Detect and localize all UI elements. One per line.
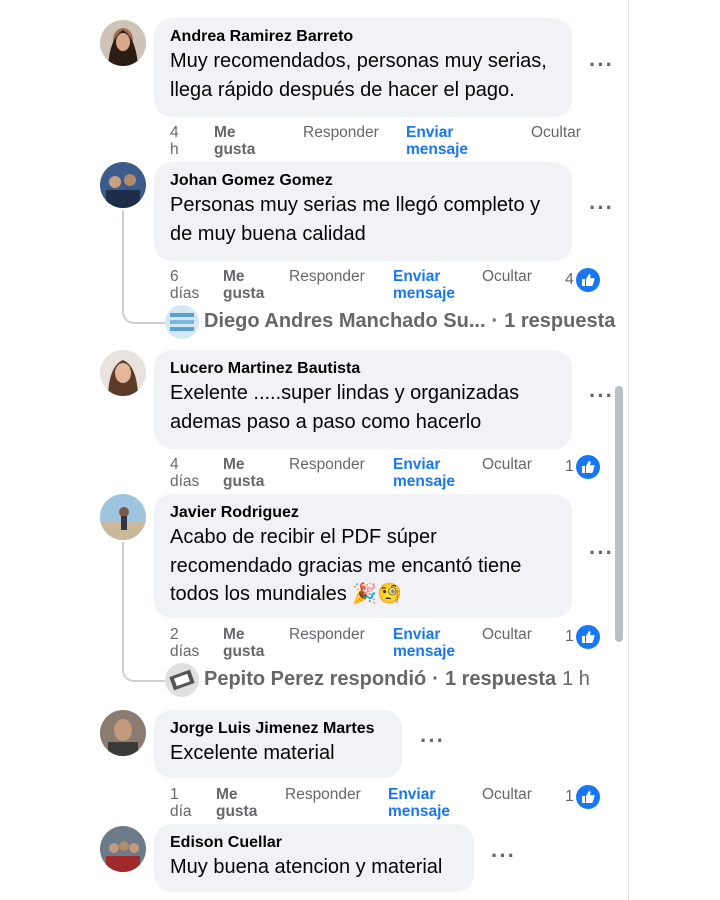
view-replies-link[interactable]: Diego Andres Manchado Su... · 1 respuest… bbox=[204, 310, 615, 333]
reply-author: Pepito Perez respondió bbox=[204, 668, 427, 690]
more-options-icon[interactable]: ··· bbox=[491, 843, 516, 869]
scrollbar-thumb[interactable] bbox=[615, 386, 623, 642]
send-message-button[interactable]: Enviar mensaje bbox=[388, 786, 450, 820]
send-message-button[interactable]: Enviar mensaje bbox=[393, 626, 455, 660]
comment-bubble: Javier Rodriguez Acabo de recibir el PDF… bbox=[154, 494, 572, 618]
like-reaction-icon bbox=[575, 455, 600, 479]
reaction-number: 1 bbox=[565, 628, 574, 645]
comment-timestamp[interactable]: 4h bbox=[170, 124, 179, 158]
view-replies-link[interactable]: Pepito Perez respondió · 1 respuesta 1 h bbox=[204, 668, 590, 691]
avatar[interactable] bbox=[100, 494, 146, 540]
reply-count: 1 respuesta bbox=[504, 310, 616, 332]
comment-text: recomendado gracias me encantó tiene bbox=[170, 554, 522, 577]
avatar[interactable] bbox=[100, 20, 146, 66]
avatar[interactable] bbox=[100, 350, 146, 396]
comment-bubble: Lucero Martinez Bautista Exelente .....s… bbox=[154, 350, 572, 449]
separator: · bbox=[491, 310, 499, 332]
more-options-icon[interactable]: ··· bbox=[589, 195, 614, 221]
avatar[interactable] bbox=[100, 826, 146, 872]
comment-author[interactable]: Andrea Ramirez Barreto bbox=[170, 26, 556, 47]
comment-text: llega rápido después de hacer el pago. bbox=[170, 78, 515, 101]
reaction-number: 1 bbox=[565, 788, 574, 805]
separator: · bbox=[432, 668, 439, 690]
comment-text: Muy buena atencion y material bbox=[170, 856, 443, 878]
comment-text: Acabo de recibir el PDF súper bbox=[170, 526, 437, 548]
comment-text: todos los mundiales 🎉🧐 bbox=[170, 583, 403, 605]
like-button[interactable]: Me gusta bbox=[223, 456, 264, 490]
reaction-count[interactable]: 1 bbox=[565, 625, 600, 649]
like-reaction-icon bbox=[575, 268, 600, 292]
comment-text: Personas muy serias me llegó completo y bbox=[170, 194, 541, 216]
reply-count: 1 respuesta bbox=[444, 668, 557, 690]
reply-button[interactable]: Responder bbox=[289, 626, 365, 643]
more-options-icon[interactable]: ··· bbox=[589, 52, 614, 78]
comment-author[interactable]: Edison Cuellar bbox=[170, 832, 458, 853]
avatar[interactable] bbox=[100, 710, 146, 756]
comment-bubble: Edison Cuellar Muy buena atencion y mate… bbox=[154, 824, 474, 892]
comment-timestamp[interactable]: 6 días bbox=[170, 268, 199, 302]
reply-button[interactable]: Responder bbox=[289, 268, 365, 285]
reaction-count[interactable]: 1 bbox=[565, 785, 600, 809]
comment-bubble: Johan Gomez Gomez Personas muy serias me… bbox=[154, 162, 572, 261]
hide-button[interactable]: Ocultar bbox=[531, 124, 581, 141]
reply-author: Diego Andres Manchado Su... bbox=[204, 310, 486, 332]
like-reaction-icon bbox=[575, 625, 600, 649]
reply-button[interactable]: Responder bbox=[285, 786, 361, 803]
hide-button[interactable]: Ocultar bbox=[482, 268, 532, 285]
more-options-icon[interactable]: ··· bbox=[589, 383, 614, 409]
comment-author[interactable]: Johan Gomez Gomez bbox=[170, 170, 556, 191]
comment-author[interactable]: Lucero Martinez Bautista bbox=[170, 358, 556, 379]
reaction-count[interactable]: 1 bbox=[565, 455, 600, 479]
comment-bubble: Jorge Luis Jimenez Martes Excelente mate… bbox=[154, 710, 402, 778]
comment-author[interactable]: Javier Rodriguez bbox=[170, 502, 556, 523]
more-options-icon[interactable]: ··· bbox=[420, 728, 445, 754]
like-reaction-icon bbox=[575, 785, 600, 809]
comment-text: Exelente .....super lindas y organizadas bbox=[170, 382, 520, 404]
like-button[interactable]: Me gusta bbox=[214, 124, 255, 158]
like-button[interactable]: Me gusta bbox=[216, 786, 257, 820]
comment-text: Muy recomendados, personas muy serias, bbox=[170, 50, 547, 72]
like-button[interactable]: Me gusta bbox=[223, 626, 264, 660]
reply-timestamp: 1 h bbox=[562, 668, 590, 690]
reply-button[interactable]: Responder bbox=[303, 124, 379, 141]
avatar[interactable] bbox=[100, 162, 146, 208]
comment-text: ademas paso a paso como hacerlo bbox=[170, 410, 482, 433]
send-message-button[interactable]: Enviar mensaje bbox=[393, 268, 455, 302]
reaction-number: 4 bbox=[565, 271, 574, 288]
comment-text: de muy buena calidad bbox=[170, 222, 366, 245]
hide-button[interactable]: Ocultar bbox=[482, 626, 532, 643]
comment-timestamp[interactable]: 4 días bbox=[170, 456, 199, 490]
comment-timestamp[interactable]: 1 día bbox=[170, 786, 192, 820]
more-options-icon[interactable]: ··· bbox=[589, 540, 614, 566]
send-message-button[interactable]: Enviar mensaje bbox=[393, 456, 455, 490]
reaction-number: 1 bbox=[565, 458, 574, 475]
send-message-button[interactable]: Enviar mensaje bbox=[406, 124, 468, 158]
comment-text: Excelente material bbox=[170, 742, 335, 764]
hide-button[interactable]: Ocultar bbox=[482, 786, 532, 803]
avatar bbox=[165, 663, 199, 697]
reply-button[interactable]: Responder bbox=[289, 456, 365, 473]
reaction-count[interactable]: 4 bbox=[565, 268, 600, 292]
like-button[interactable]: Me gusta bbox=[223, 268, 264, 302]
avatar bbox=[165, 305, 199, 339]
comment-timestamp[interactable]: 2 días bbox=[170, 626, 199, 660]
comment-bubble: Andrea Ramirez Barreto Muy recomendados,… bbox=[154, 18, 572, 117]
comment-author[interactable]: Jorge Luis Jimenez Martes bbox=[170, 718, 386, 739]
hide-button[interactable]: Ocultar bbox=[482, 456, 532, 473]
